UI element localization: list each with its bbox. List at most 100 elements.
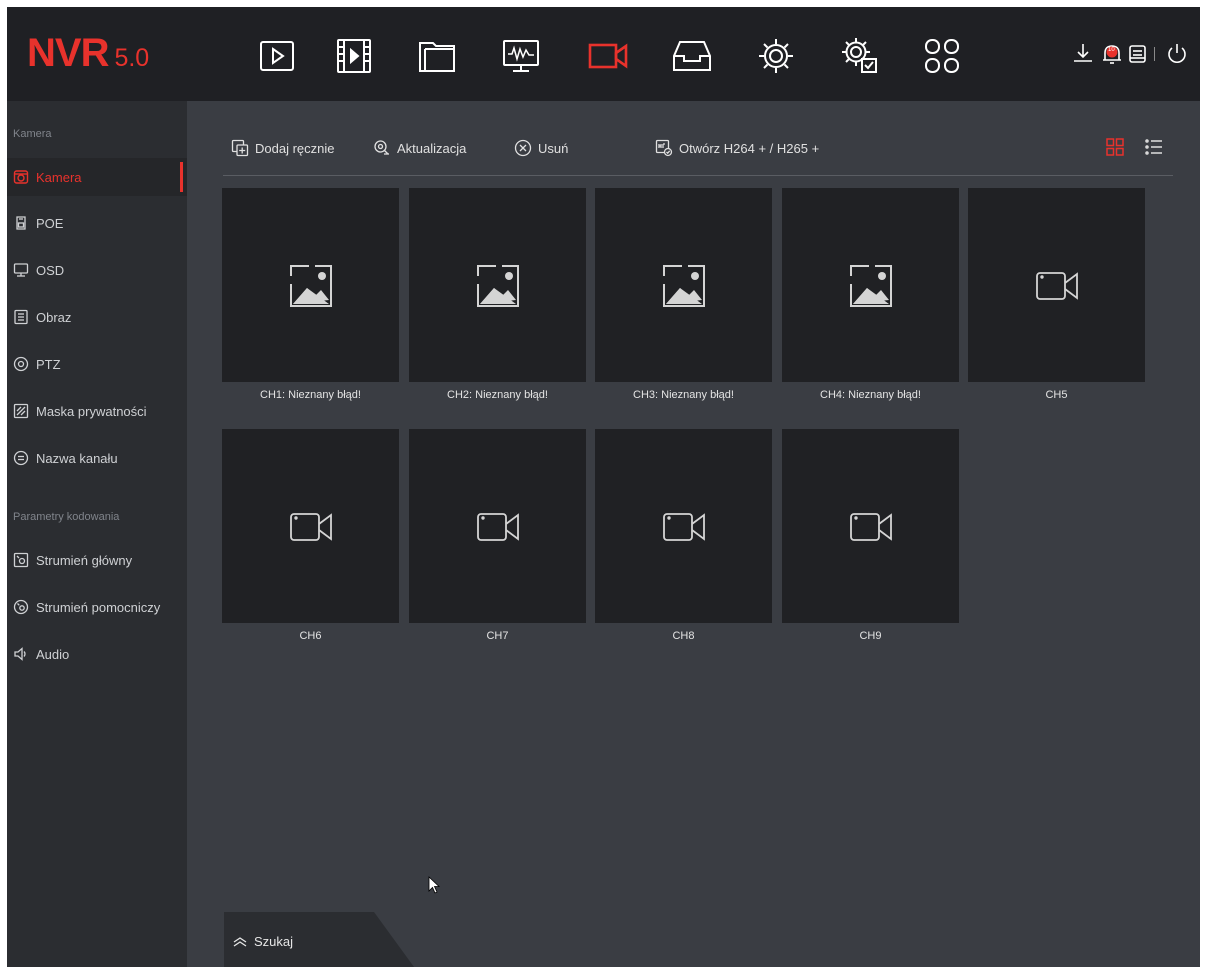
- sidebar-item-poe[interactable]: POE: [7, 204, 187, 242]
- update-search-icon: [374, 140, 389, 155]
- alarm-count-badge: 10: [1108, 47, 1115, 53]
- channel-tile[interactable]: [968, 188, 1145, 382]
- sidebar-item-label: Strumień pomocniczy: [36, 599, 161, 615]
- video-clip-icon[interactable]: [331, 33, 377, 79]
- sidebar-item-label: OSD: [36, 262, 65, 278]
- search-tab-background: [224, 912, 414, 967]
- add-manual-label: Dodaj ręcznie: [255, 140, 335, 156]
- open-codec-label: Otwórz H264 + / H265 +: [679, 140, 820, 156]
- sidebar-item-audio[interactable]: Audio: [7, 635, 187, 673]
- channel-label: CH9: [859, 630, 882, 642]
- settings-gear-icon[interactable]: [753, 33, 799, 79]
- add-device-icon: [231, 139, 249, 157]
- open-codec-button[interactable]: Otwórz H264 + / H265 +: [655, 137, 819, 159]
- sidebar-item-strumien-pomocniczy[interactable]: Strumień pomocniczy: [7, 588, 187, 626]
- sidebar-item-obraz[interactable]: Obraz: [7, 298, 187, 336]
- sidebar-item-label: Obraz: [36, 309, 72, 325]
- monitor-icon[interactable]: [498, 33, 544, 79]
- apps-grid-icon[interactable]: [919, 33, 965, 79]
- close-circle-icon: [514, 139, 532, 157]
- monitor-icon: [13, 262, 29, 278]
- playback-icon[interactable]: [254, 33, 300, 79]
- channel-label: CH4: Nieznany błąd!: [820, 389, 921, 401]
- sidebar-item-ptz[interactable]: PTZ: [7, 345, 187, 383]
- privacy-mask-icon: [13, 403, 29, 419]
- sub-stream-icon: [13, 599, 29, 615]
- app-window: NVR 5.0 10 Kamera Kamera POE OSD Obraz P…: [7, 7, 1200, 967]
- video-camera-icon: [477, 513, 519, 541]
- logo-text: NVR: [27, 31, 109, 75]
- video-camera-icon: [1036, 272, 1078, 300]
- camera-icon[interactable]: [585, 33, 631, 79]
- image-placeholder-icon: [663, 265, 705, 307]
- sidebar-item-label: Strumień główny: [36, 552, 133, 568]
- channel-label: CH1: Nieznany błąd!: [260, 389, 361, 401]
- sidebar-item-label: Audio: [36, 646, 70, 662]
- channel-label: CH6: [299, 630, 322, 642]
- video-camera-icon: [290, 513, 332, 541]
- channel-label: CH5: [1045, 389, 1068, 401]
- inbox-icon[interactable]: [669, 33, 715, 79]
- channel-label: CH2: Nieznany błąd!: [447, 389, 548, 401]
- sidebar-item-maska-prywatnosci[interactable]: Maska prywatności: [7, 392, 187, 430]
- video-camera-icon: [663, 513, 705, 541]
- delete-label: Usuń: [538, 140, 569, 156]
- sidebar-section-camera: Kamera: [13, 128, 52, 140]
- channel-tile[interactable]: [222, 429, 399, 623]
- poe-icon: [13, 215, 29, 231]
- image-placeholder-icon: [290, 265, 332, 307]
- update-button[interactable]: Aktualizacja: [373, 137, 466, 159]
- channel-tile[interactable]: [409, 188, 586, 382]
- sidebar-item-strumien-glowny[interactable]: Strumień główny: [7, 541, 187, 579]
- folder-icon[interactable]: [414, 33, 460, 79]
- top-navigation-bar: NVR 5.0 10: [7, 7, 1200, 101]
- channel-label: CH7: [486, 630, 509, 642]
- channel-tile[interactable]: [409, 429, 586, 623]
- app-logo: NVR 5.0: [27, 31, 149, 75]
- add-manual-button[interactable]: Dodaj ręcznie: [231, 137, 335, 159]
- sidebar-item-label: Kamera: [36, 169, 82, 185]
- channel-label: CH3: Nieznany błąd!: [633, 389, 734, 401]
- toolbar-divider: [1154, 47, 1155, 61]
- codec-icon: [655, 139, 673, 157]
- image-placeholder-icon: [850, 265, 892, 307]
- grid-view-icon[interactable]: [1105, 137, 1125, 157]
- channel-name-icon: [13, 450, 29, 466]
- search-tab[interactable]: Szukaj: [224, 912, 414, 967]
- toolbar-divider-line: [223, 175, 1173, 176]
- channel-tile[interactable]: [782, 429, 959, 623]
- download-icon[interactable]: [1070, 41, 1096, 67]
- channel-tile[interactable]: [782, 188, 959, 382]
- active-indicator: [180, 162, 183, 192]
- channel-tile[interactable]: [595, 429, 772, 623]
- sidebar-item-osd[interactable]: OSD: [7, 251, 187, 289]
- speaker-icon: [13, 646, 29, 662]
- storage-icon[interactable]: [1125, 41, 1151, 67]
- list-view-icon[interactable]: [1144, 137, 1164, 157]
- logo-version: 5.0: [114, 44, 150, 72]
- channel-tile[interactable]: [222, 188, 399, 382]
- sidebar-item-label: POE: [36, 215, 64, 231]
- channel-tile[interactable]: [595, 188, 772, 382]
- sidebar: Kamera Kamera POE OSD Obraz PTZ Maska pr…: [7, 101, 187, 967]
- sidebar-section-encoding: Parametry kodowania: [13, 511, 120, 523]
- main-stream-icon: [13, 552, 29, 568]
- channel-label: CH8: [672, 630, 695, 642]
- sidebar-item-kamera[interactable]: Kamera: [7, 158, 187, 196]
- delete-button[interactable]: Usuń: [514, 137, 568, 159]
- alarm-bell-icon[interactable]: 10: [1099, 41, 1125, 67]
- sidebar-item-label: Maska prywatności: [36, 403, 147, 419]
- search-label: Szukaj: [254, 934, 294, 949]
- ptz-icon: [13, 356, 29, 372]
- sidebar-item-label: Nazwa kanału: [36, 450, 118, 466]
- advanced-settings-icon[interactable]: [837, 33, 883, 79]
- image-settings-icon: [13, 309, 29, 325]
- sidebar-item-label: PTZ: [36, 356, 61, 372]
- update-label: Aktualizacja: [397, 140, 467, 156]
- power-icon[interactable]: [1164, 41, 1190, 67]
- sidebar-item-nazwa-kanalu[interactable]: Nazwa kanału: [7, 439, 187, 477]
- camera-cctv-icon: [13, 169, 29, 185]
- double-chevron-up-icon: [233, 937, 247, 947]
- mouse-cursor-icon: [428, 876, 441, 894]
- image-placeholder-icon: [477, 265, 519, 307]
